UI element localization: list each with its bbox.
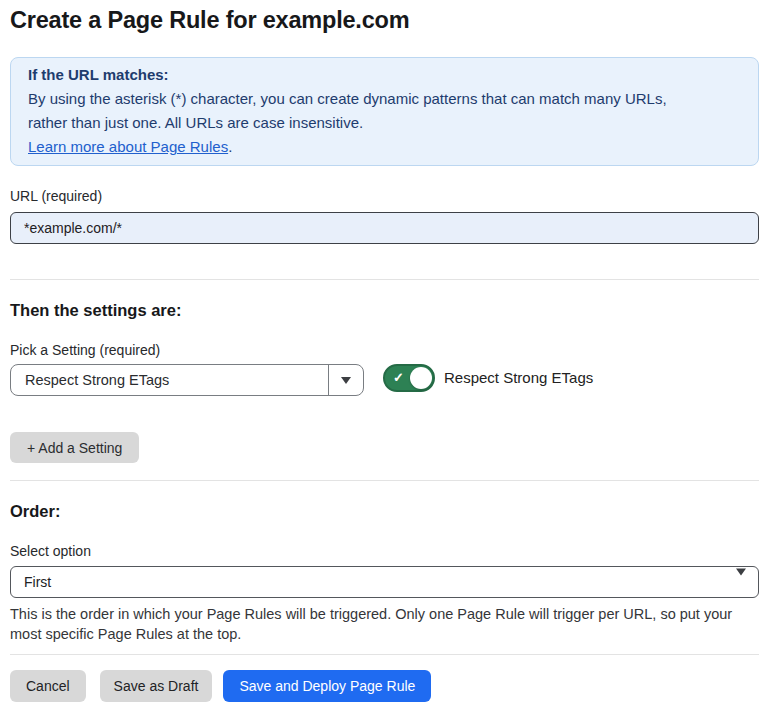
chevron-down-icon[interactable] — [328, 365, 363, 395]
learn-more-link[interactable]: Learn more about Page Rules — [28, 138, 228, 155]
toggle-label: Respect Strong ETags — [444, 364, 593, 392]
info-box-link-line: Learn more about Page Rules. — [28, 135, 741, 159]
divider-2 — [10, 480, 759, 481]
url-field-label: URL (required) — [10, 188, 759, 205]
link-suffix: . — [228, 138, 232, 155]
order-select-value: First — [24, 574, 51, 590]
url-input[interactable] — [10, 212, 759, 244]
chevron-down-icon — [736, 576, 746, 592]
footer-actions: Cancel Save as Draft Save and Deploy Pag… — [10, 670, 759, 702]
save-as-draft-button[interactable]: Save as Draft — [100, 670, 213, 702]
order-section-heading: Order: — [10, 502, 759, 521]
divider-3 — [10, 654, 759, 655]
setting-toggle[interactable]: ✓ — [383, 364, 435, 392]
setting-row: Respect Strong ETags ✓ Respect Strong ET… — [10, 364, 759, 396]
setting-dropdown-value: Respect Strong ETags — [11, 365, 328, 395]
save-and-deploy-button[interactable]: Save and Deploy Page Rule — [223, 670, 431, 702]
select-option-label: Select option — [10, 543, 759, 560]
cancel-button[interactable]: Cancel — [10, 670, 86, 702]
setting-dropdown[interactable]: Respect Strong ETags — [10, 364, 364, 396]
add-setting-button[interactable]: + Add a Setting — [10, 432, 139, 463]
info-box-body: By using the asterisk (*) character, you… — [28, 87, 741, 135]
caret-down-shape — [341, 377, 351, 384]
page-rule-form: Create a Page Rule for example.com If th… — [10, 7, 759, 702]
settings-section-heading: Then the settings are: — [10, 301, 759, 320]
toggle-knob — [410, 367, 432, 389]
caret-down-shape — [736, 569, 746, 592]
check-icon: ✓ — [393, 370, 404, 385]
order-help-text: This is the order in which your Page Rul… — [10, 604, 759, 644]
info-box-heading: If the URL matches: — [28, 63, 741, 87]
pick-setting-label: Pick a Setting (required) — [10, 342, 759, 359]
order-select[interactable]: First — [10, 566, 759, 598]
divider-1 — [10, 279, 759, 280]
url-match-info-box: If the URL matches: By using the asteris… — [10, 57, 759, 166]
page-title: Create a Page Rule for example.com — [10, 7, 759, 33]
